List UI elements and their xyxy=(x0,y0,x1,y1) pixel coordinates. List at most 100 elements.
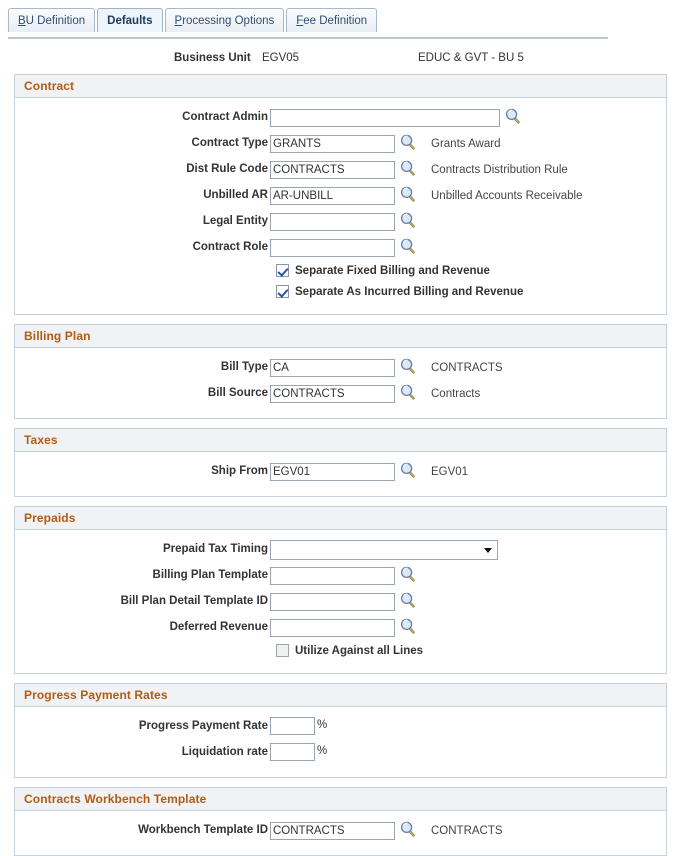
checkbox-separate-as-incurred-billing-and-revenue[interactable] xyxy=(276,285,289,298)
field-row: Unbilled AR Unbilled Accounts Receivable xyxy=(15,185,666,211)
input-contract-admin[interactable] xyxy=(270,109,500,127)
input-contract-type[interactable] xyxy=(270,135,395,153)
checkbox-separate-fixed-billing-and-revenue[interactable] xyxy=(276,264,289,277)
field-input-cell xyxy=(270,618,416,637)
tab-processing-options[interactable]: Processing Options xyxy=(164,8,285,32)
field-input-cell xyxy=(270,212,416,231)
field-label: Contract Type xyxy=(191,137,268,149)
tab-fee-definition[interactable]: Fee Definition xyxy=(286,8,378,32)
percent-suffix: % xyxy=(317,719,328,731)
field-label-cell: Contract Admin xyxy=(15,107,268,127)
lookup-magnifier-icon[interactable] xyxy=(400,592,416,608)
field-input-cell xyxy=(270,186,416,205)
field-input-cell xyxy=(270,134,416,153)
section-body-taxes: Ship From EGV01 xyxy=(15,452,666,496)
lookup-magnifier-icon[interactable] xyxy=(400,358,416,374)
tab-label: U Definition xyxy=(25,15,86,27)
tab-defaults[interactable]: Defaults xyxy=(97,8,163,32)
field-label-cell: Prepaid Tax Timing xyxy=(15,539,268,559)
field-label: Bill Source xyxy=(207,387,268,399)
field-row: Prepaid Tax Timing xyxy=(15,539,666,565)
field-row: Dist Rule Code Contracts Distribution Rul… xyxy=(15,159,666,185)
field-input-cell: % xyxy=(270,717,327,735)
field-label: Deferred Revenue xyxy=(169,621,268,633)
input-progress-payment-rate[interactable] xyxy=(270,717,315,735)
input-contract-role[interactable] xyxy=(270,239,395,257)
input-bill-plan-detail-template-id[interactable] xyxy=(270,593,395,611)
field-row: Liquidation rate% xyxy=(15,742,666,768)
lookup-magnifier-icon[interactable] xyxy=(400,186,416,202)
input-billing-plan-template[interactable] xyxy=(270,567,395,585)
input-workbench-template-id[interactable] xyxy=(270,822,395,840)
field-label-cell: Unbilled AR xyxy=(15,185,268,205)
tab-label: ee Definition xyxy=(303,15,368,27)
field-input-cell xyxy=(270,566,416,585)
lookup-magnifier-icon[interactable] xyxy=(400,134,416,150)
field-input-cell xyxy=(270,238,416,257)
lookup-magnifier-icon[interactable] xyxy=(400,618,416,634)
field-row: Bill Type CONTRACTS xyxy=(15,357,666,383)
input-bill-type[interactable] xyxy=(270,359,395,377)
lookup-magnifier-icon[interactable] xyxy=(400,462,416,478)
field-label-cell: Dist Rule Code xyxy=(15,159,268,179)
section-prepaids: Prepaids Prepaid Tax Timing Billing Plan T… xyxy=(14,506,667,674)
lookup-magnifier-icon[interactable] xyxy=(400,212,416,228)
field-label: Bill Type xyxy=(220,361,268,373)
input-dist-rule-code[interactable] xyxy=(270,161,395,179)
lookup-magnifier-icon[interactable] xyxy=(400,384,416,400)
tab-label: rocessing Options xyxy=(182,15,275,27)
field-label-cell: Bill Type xyxy=(15,357,268,377)
field-description: EGV01 xyxy=(431,466,469,478)
field-row: Bill Plan Detail Template ID xyxy=(15,591,666,617)
input-deferred-revenue[interactable] xyxy=(270,619,395,637)
field-row: Bill Source Contracts xyxy=(15,383,666,409)
section-contracts-workbench-template: Contracts Workbench Template Workbench Te… xyxy=(14,787,667,856)
field-row: Ship From EGV01 xyxy=(15,461,666,487)
input-unbilled-ar[interactable] xyxy=(270,187,395,205)
input-legal-entity[interactable] xyxy=(270,213,395,231)
dropdown-wrapper xyxy=(270,540,498,560)
field-label: Contract Role xyxy=(192,241,268,253)
lookup-magnifier-icon[interactable] xyxy=(400,566,416,582)
field-label: Contract Admin xyxy=(182,111,268,123)
lookup-magnifier-icon[interactable] xyxy=(400,821,416,837)
field-input-cell xyxy=(270,821,416,840)
field-description: Unbilled Accounts Receivable xyxy=(431,190,583,202)
field-input-cell xyxy=(270,108,521,127)
checkbox-row: Separate Fixed Billing and Revenue xyxy=(15,263,666,284)
select-prepaid-tax-timing[interactable] xyxy=(270,540,498,560)
field-label-cell: Liquidation rate xyxy=(15,742,268,762)
field-label-cell: Deferred Revenue xyxy=(15,617,268,637)
field-label-cell: Bill Plan Detail Template ID xyxy=(15,591,268,611)
tab-bu-definition[interactable]: BU Definition xyxy=(8,8,96,32)
business-unit-row: Business Unit EGV05 EDUC & GVT - BU 5 xyxy=(0,52,677,74)
lookup-magnifier-icon[interactable] xyxy=(400,238,416,254)
business-unit-description: EDUC & GVT - BU 5 xyxy=(418,52,524,64)
checkbox-label: Separate Fixed Billing and Revenue xyxy=(295,264,490,277)
percent-suffix: % xyxy=(317,745,328,757)
field-input-cell xyxy=(270,540,498,560)
input-bill-source[interactable] xyxy=(270,385,395,403)
field-label: Prepaid Tax Timing xyxy=(162,543,268,555)
section-body-progress-payment-rates: Progress Payment Rate% Liquidation rate% xyxy=(15,707,666,777)
section-header-billing-plan: Billing Plan xyxy=(15,325,666,348)
tab-strip-underline xyxy=(8,37,608,39)
checkbox-utilize-against-all-lines[interactable] xyxy=(276,644,289,657)
field-description: Contracts xyxy=(431,388,481,400)
field-row: Progress Payment Rate% xyxy=(15,716,666,742)
section-contract: Contract Contract Admin Contract Type Grant… xyxy=(14,74,667,315)
lookup-magnifier-icon[interactable] xyxy=(400,160,416,176)
input-ship-from[interactable] xyxy=(270,463,395,481)
field-description: CONTRACTS xyxy=(431,825,503,837)
field-label: Billing Plan Template xyxy=(152,569,268,581)
field-label-cell: Legal Entity xyxy=(15,211,268,231)
field-row: Billing Plan Template xyxy=(15,565,666,591)
checkbox-cell: Separate Fixed Billing and Revenue xyxy=(276,264,490,277)
lookup-magnifier-icon[interactable] xyxy=(505,108,521,124)
field-row: Deferred Revenue xyxy=(15,617,666,643)
field-row: Legal Entity xyxy=(15,211,666,237)
section-taxes: Taxes Ship From EGV01 xyxy=(14,428,667,497)
input-liquidation-rate[interactable] xyxy=(270,743,315,761)
defaults-form: Contract Contract Admin Contract Type Grant… xyxy=(0,74,677,856)
section-header-progress-payment-rates: Progress Payment Rates xyxy=(15,684,666,707)
